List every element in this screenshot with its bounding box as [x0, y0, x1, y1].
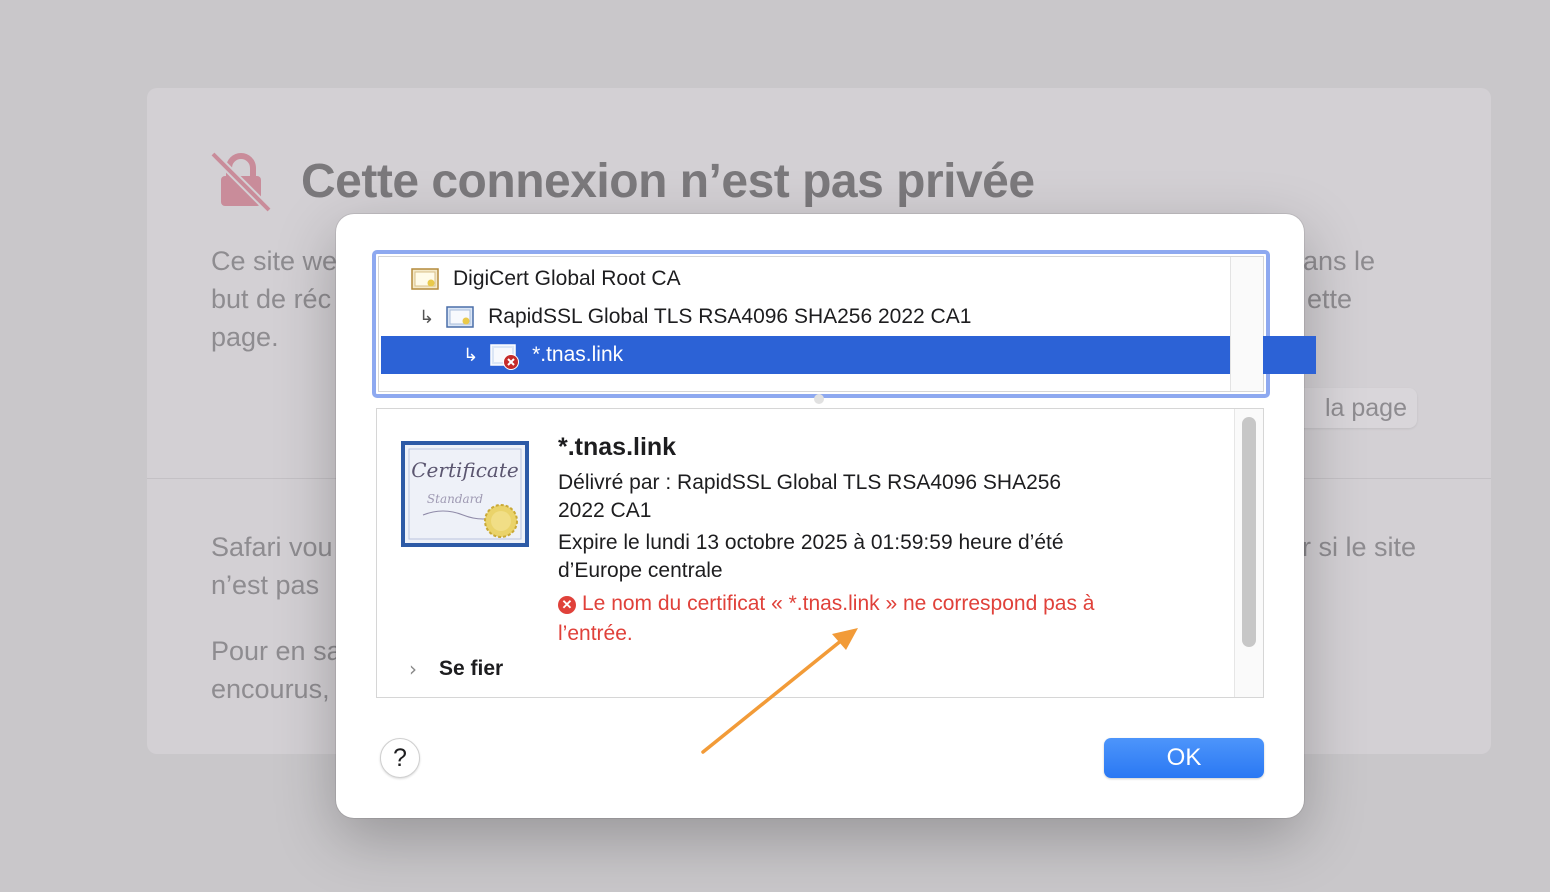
info-text: r si le site [1302, 532, 1417, 562]
info-text: n’est pas [211, 570, 320, 600]
certificate-name: *.tnas.link [558, 433, 677, 461]
chain-item-label: RapidSSL Global TLS RSA4096 SHA256 2022 … [488, 305, 972, 328]
trust-label: Se fier [439, 657, 504, 680]
warning-text: ette [1307, 284, 1353, 314]
split-resize-handle[interactable] [814, 394, 824, 404]
certificate-image-subtitle: Standard [427, 492, 483, 506]
expiry-text: d’Europe centrale [558, 559, 723, 582]
certificate-image-icon: Certificate Standard [401, 441, 529, 547]
info-text: encourus, [211, 674, 330, 704]
chain-arrow-icon: ↳ [419, 306, 435, 328]
page-title: Cette connexion n’est pas privée [301, 155, 1035, 208]
certificate-dialog: DigiCert Global Root CA ↳ RapidSSL Globa… [336, 214, 1316, 818]
warning-text: but de réc [211, 284, 332, 314]
chain-item-intermediate[interactable]: ↳ RapidSSL Global TLS RSA4096 SHA256 202… [381, 298, 1272, 336]
expiry-text: Expire le lundi 13 octobre 2025 à 01:59:… [558, 531, 1064, 554]
info-text: Pour en sa [211, 636, 342, 666]
issued-by-text: 2022 CA1 [558, 499, 652, 522]
certificate-details-panel: Certificate Standard *.tnas.link Délivré… [376, 408, 1264, 698]
trust-disclosure[interactable]: › Se fier [409, 657, 503, 681]
error-circle-icon: ✕ [558, 596, 576, 614]
unlocked-lock-slash-icon [211, 152, 271, 212]
certificate-icon [446, 305, 474, 329]
warning-text: lans le [1297, 246, 1376, 276]
certificate-error-message: ✕ Le nom du certificat « *.tnas.link » ne… [558, 589, 1198, 649]
certificate-icon [411, 267, 439, 291]
error-text: l’entrée. [558, 622, 633, 645]
issued-by-text: Délivré par : RapidSSL Global TLS RSA409… [558, 471, 1062, 494]
chain-item-leaf[interactable]: ↳ *.tnas.link [381, 336, 1316, 374]
chain-item-label: *.tnas.link [532, 343, 624, 366]
chevron-right-icon[interactable]: › [409, 657, 417, 681]
certificate-chain-list[interactable]: DigiCert Global Root CA ↳ RapidSSL Globa… [372, 250, 1316, 398]
ok-button[interactable]: OK [1104, 738, 1264, 778]
chain-arrow-icon: ↳ [463, 344, 479, 366]
chain-item-root[interactable]: DigiCert Global Root CA [381, 260, 1264, 298]
details-scrollbar[interactable] [1234, 409, 1263, 697]
certificate-error-icon [490, 343, 520, 370]
chain-item-label: DigiCert Global Root CA [453, 267, 681, 290]
help-button[interactable]: ? [380, 738, 420, 778]
info-text: Safari vou [211, 532, 333, 562]
warning-text: page. [211, 322, 279, 352]
error-text: Le nom du certificat « *.tnas.link » ne … [582, 592, 1095, 615]
details-scrollbar-thumb[interactable] [1242, 417, 1256, 647]
chain-scrollbar[interactable] [1230, 257, 1263, 391]
warning-text: Ce site we [211, 246, 338, 276]
certificate-image-title: Certificate [411, 458, 518, 482]
